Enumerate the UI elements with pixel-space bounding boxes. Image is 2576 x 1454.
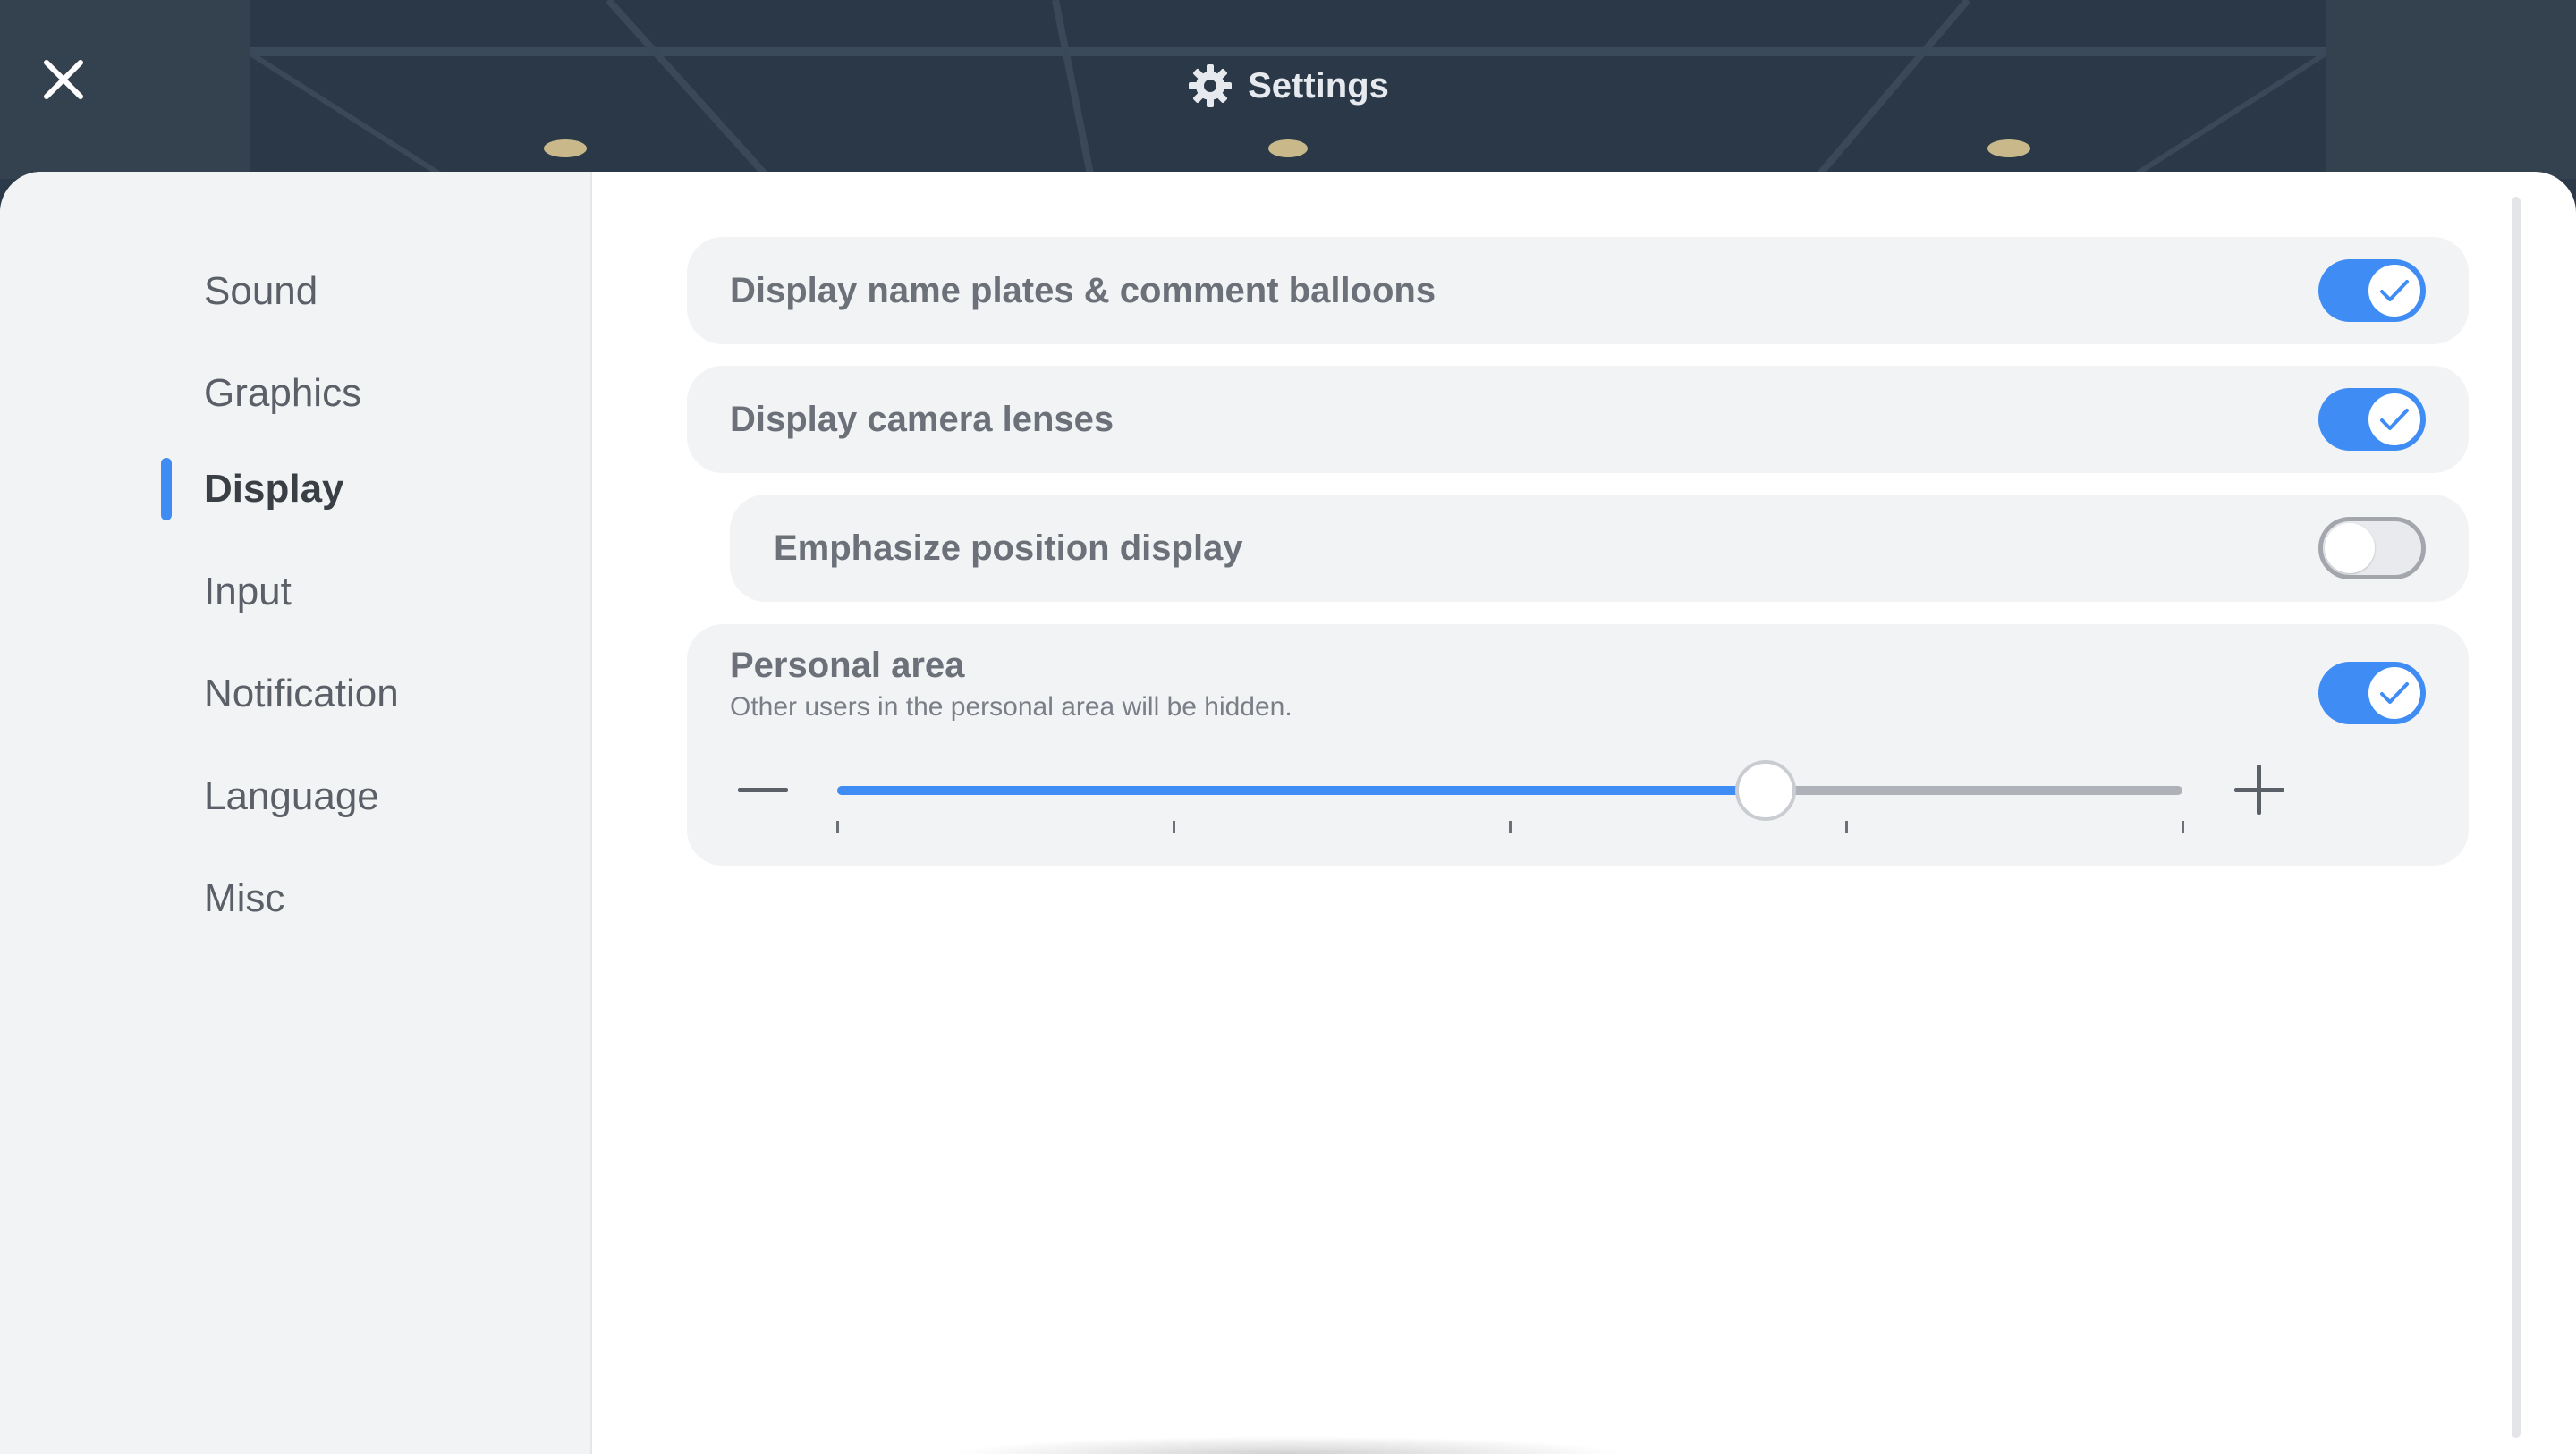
page-title: Settings xyxy=(1248,65,1389,106)
sidebar-item-sound[interactable]: Sound xyxy=(204,260,318,323)
bottom-shadow xyxy=(948,1436,1628,1454)
toggle-knob xyxy=(2368,393,2420,445)
minus-icon xyxy=(738,788,788,792)
emphasize-position-toggle[interactable] xyxy=(2318,517,2426,579)
gear-icon xyxy=(1189,64,1233,107)
header: Settings xyxy=(0,59,2576,113)
setting-row-camera-lenses: Display camera lenses xyxy=(687,366,2469,473)
setting-description: Other users in the personal area will be… xyxy=(730,692,1292,722)
slider-tick xyxy=(1845,821,1848,833)
toggle-knob xyxy=(2325,523,2375,573)
sidebar: Sound Graphics Display Input Notificatio… xyxy=(0,172,592,1454)
decrease-button[interactable] xyxy=(732,758,794,821)
setting-label: Display camera lenses xyxy=(730,400,1114,439)
check-icon xyxy=(2380,682,2409,704)
setting-label: Personal area xyxy=(730,646,965,685)
scrollbar[interactable] xyxy=(2512,197,2521,1438)
plus-icon xyxy=(2234,765,2284,815)
increase-button[interactable] xyxy=(2228,758,2291,821)
slider-fill xyxy=(837,786,1766,795)
sidebar-item-misc[interactable]: Misc xyxy=(204,867,284,930)
sidebar-item-graphics[interactable]: Graphics xyxy=(204,362,361,425)
slider-tick xyxy=(1173,821,1175,833)
sidebar-item-language[interactable]: Language xyxy=(204,765,379,828)
active-indicator xyxy=(161,458,172,520)
personal-area-slider[interactable] xyxy=(837,786,2182,795)
slider-tick xyxy=(1509,821,1512,833)
personal-area-toggle[interactable] xyxy=(2318,662,2426,724)
setting-row-personal-area: Personal area Other users in the persona… xyxy=(687,624,2469,866)
sidebar-item-input[interactable]: Input xyxy=(204,561,292,623)
toggle-knob xyxy=(2368,265,2420,317)
camera-lenses-toggle[interactable] xyxy=(2318,388,2426,451)
sidebar-item-notification[interactable]: Notification xyxy=(204,663,399,725)
check-icon xyxy=(2380,280,2409,301)
setting-row-name-plates: Display name plates & comment balloons xyxy=(687,237,2469,344)
slider-thumb[interactable] xyxy=(1735,760,1796,821)
setting-label: Emphasize position display xyxy=(774,528,1243,568)
toggle-knob xyxy=(2368,667,2420,719)
setting-label: Display name plates & comment balloons xyxy=(730,271,1436,310)
slider-tick xyxy=(2182,821,2184,833)
setting-row-emphasize-position: Emphasize position display xyxy=(730,495,2469,602)
slider-tick xyxy=(836,821,839,833)
name-plates-toggle[interactable] xyxy=(2318,259,2426,322)
sidebar-item-display[interactable]: Display xyxy=(204,458,344,520)
check-icon xyxy=(2380,409,2409,430)
